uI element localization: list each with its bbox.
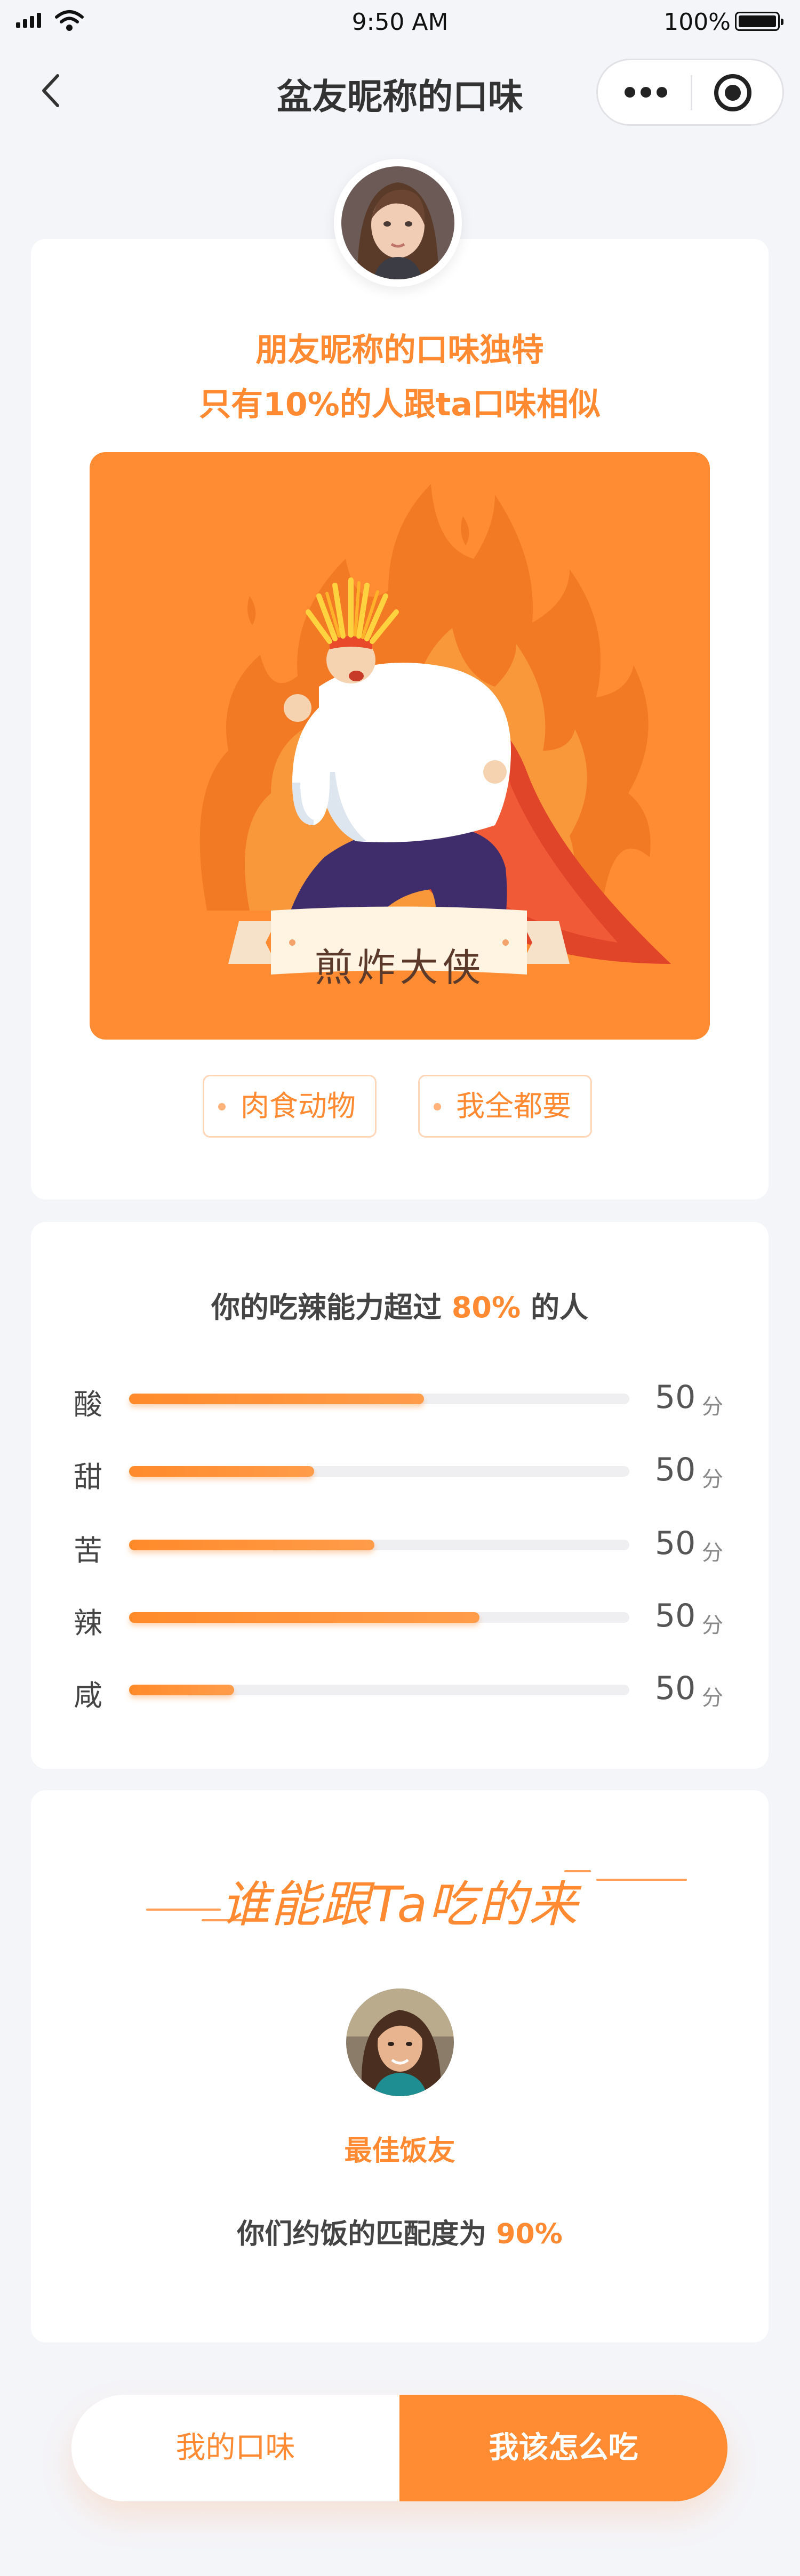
close-miniapp-icon[interactable] — [714, 74, 751, 111]
taste-label: 酸 — [74, 1388, 102, 1421]
taste-row-sweet: 甜 50 分 — [31, 1449, 769, 1494]
match-title: 谁能跟Ta吃的来 — [221, 1876, 579, 1933]
capsule-divider — [691, 75, 692, 110]
taste-score: 50 — [655, 1597, 696, 1635]
taste-bar-fill — [129, 1466, 315, 1477]
user-avatar-image — [341, 166, 454, 279]
friend-avatar-image — [346, 1989, 454, 2096]
taste-label: 苦 — [74, 1534, 102, 1567]
taste-scores-card: 你的吃辣能力超过 80% 的人 酸 50 分 甜 50 分 苦 50 分 辣 5… — [31, 1222, 769, 1769]
score-unit: 分 — [702, 1395, 723, 1419]
hero-title: 煎炸大侠 — [314, 945, 485, 990]
battery-icon — [735, 12, 783, 31]
headline-line1: 朋友昵称的口味独特 — [255, 332, 544, 369]
taste-score: 50 — [655, 1451, 696, 1488]
taste-score: 50 — [655, 1670, 696, 1707]
taste-bar-track — [129, 1540, 629, 1550]
score-unit: 分 — [702, 1613, 723, 1638]
taste-bar-track — [129, 1394, 629, 1404]
headline-line2: 只有10%的人跟ta口味相似 — [199, 386, 601, 423]
taste-tag: 我全都要 — [418, 1075, 592, 1138]
taste-bar-track — [129, 1466, 629, 1477]
best-friend-label: 最佳饭友 — [344, 2135, 455, 2167]
taste-label: 辣 — [74, 1606, 102, 1640]
taste-bar-fill — [129, 1685, 234, 1695]
battery-percent: 100% — [663, 9, 731, 36]
taste-bar-fill — [129, 1394, 425, 1404]
taste-bar-track — [129, 1685, 629, 1695]
score-unit: 分 — [702, 1686, 723, 1710]
friend-avatar[interactable] — [346, 1989, 454, 2096]
taste-row-spicy: 辣 50 分 — [31, 1595, 769, 1640]
match-percent: 90% — [496, 2218, 563, 2250]
score-unit: 分 — [702, 1541, 723, 1565]
taste-tag: 肉食动物 — [203, 1075, 377, 1138]
nav-bar: 盆友昵称的口味 — [0, 48, 800, 128]
hero-illustration: 煎炸大侠 — [90, 452, 710, 1040]
taste-bar-fill — [129, 1540, 374, 1550]
section-title: 谁能跟Ta吃的来 — [31, 1859, 769, 1934]
taste-label: 咸 — [74, 1679, 102, 1712]
taste-row-sour: 酸 50 分 — [31, 1376, 769, 1421]
miniapp-capsule — [596, 59, 784, 126]
spicy-summary-prefix: 你的吃辣能力超过 — [211, 1291, 442, 1324]
spicy-summary-suffix: 的人 — [530, 1291, 588, 1324]
spicy-summary: 你的吃辣能力超过 80% 的人 — [31, 1284, 769, 1326]
taste-bar-track — [129, 1612, 629, 1623]
taste-score: 50 — [655, 1525, 696, 1562]
taste-score: 50 — [655, 1379, 696, 1416]
status-bar: 9:50 AM 100% — [0, 0, 800, 48]
how-to-eat-button[interactable]: 我该怎么吃 — [399, 2395, 727, 2501]
best-match-card: 谁能跟Ta吃的来 最佳饭友 你们约饭的匹配度为 90% — [31, 1790, 769, 2342]
spicy-summary-percent: 80% — [451, 1291, 521, 1324]
user-avatar — [334, 159, 462, 287]
taste-row-salty: 咸 50 分 — [31, 1668, 769, 1712]
taste-label: 甜 — [74, 1460, 102, 1494]
match-summary: 你们约饭的匹配度为 90% — [31, 2211, 769, 2251]
my-taste-button[interactable]: 我的口味 — [71, 2395, 399, 2501]
bottom-action-bar: 我的口味 我该怎么吃 — [71, 2395, 727, 2501]
match-summary-prefix: 你们约饭的匹配度为 — [237, 2218, 487, 2250]
more-icon[interactable] — [625, 82, 667, 103]
taste-bar-fill — [129, 1612, 479, 1623]
taste-profile-card: 朋友昵称的口味独特 只有10%的人跟ta口味相似 煎炸大侠 肉食动物 我全都要 — [31, 239, 769, 1200]
score-unit: 分 — [702, 1467, 723, 1492]
taste-row-bitter: 苦 50 分 — [31, 1523, 769, 1567]
